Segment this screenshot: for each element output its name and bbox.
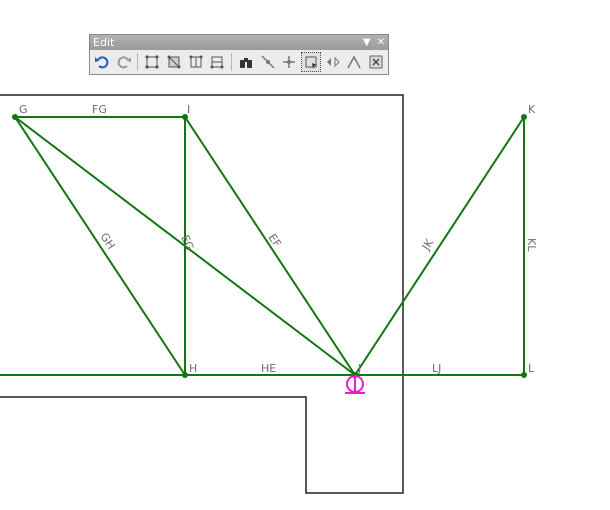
member-JK[interactable] — [354, 116, 525, 376]
toolbar-close-icon[interactable]: ✕ — [377, 35, 385, 50]
pin-support-icon[interactable] — [345, 375, 365, 394]
node-G[interactable] — [12, 114, 18, 120]
members-group — [0, 116, 525, 376]
select-node-icon — [145, 55, 159, 69]
toolbar-separator — [137, 53, 139, 71]
node-H[interactable] — [182, 372, 188, 378]
mirror-button[interactable] — [323, 52, 343, 72]
boundary-outline — [0, 94, 404, 494]
node-label-J: J — [357, 362, 361, 375]
edit-toolbar[interactable]: Edit ▼ ✕ — [89, 34, 389, 75]
select-support-button[interactable] — [186, 52, 206, 72]
toolbar-title: Edit — [93, 36, 115, 49]
mirror-icon — [326, 56, 340, 68]
toolbar-button-row — [90, 50, 388, 74]
join-members-icon — [283, 56, 296, 68]
member-label-EG: EG — [178, 233, 196, 252]
node-label-G: G — [19, 103, 28, 116]
select-node-button[interactable] — [142, 52, 162, 72]
node-L[interactable] — [521, 372, 527, 378]
member-label-JK: JK — [419, 236, 437, 253]
move-node-button[interactable] — [301, 52, 321, 72]
member-label-LJ: LJ — [432, 362, 441, 375]
toolbar-separator — [231, 53, 233, 71]
member-label-KL: KL — [525, 238, 538, 252]
find-button[interactable] — [236, 52, 256, 72]
copy-icon — [347, 55, 362, 69]
toolbar-title-bar[interactable]: Edit ▼ ✕ — [90, 35, 388, 50]
split-member-icon — [261, 55, 275, 69]
copy-button[interactable] — [345, 52, 365, 72]
move-node-icon — [305, 56, 318, 69]
select-load-button[interactable] — [207, 52, 227, 72]
member-EF[interactable] — [184, 116, 356, 376]
select-element-icon — [167, 55, 181, 69]
undo-button[interactable] — [92, 52, 112, 72]
member-label-HE: HE — [261, 362, 276, 375]
node-label-I: I — [187, 103, 190, 116]
transform-button[interactable] — [366, 52, 386, 72]
node-label-L: L — [528, 362, 535, 375]
node-label-H: H — [189, 362, 197, 375]
redo-icon — [117, 56, 131, 69]
select-support-icon — [189, 55, 203, 68]
member-label-EF: EF — [265, 231, 283, 249]
redo-button[interactable] — [114, 52, 134, 72]
toolbar-dropdown-icon[interactable]: ▼ — [363, 35, 371, 50]
join-members-button[interactable] — [279, 52, 299, 72]
binoculars-icon — [239, 58, 252, 68]
member-label-FG: FG — [92, 103, 107, 116]
node-K[interactable] — [521, 114, 527, 120]
undo-icon — [94, 56, 109, 69]
select-element-button[interactable] — [164, 52, 184, 72]
member-GH[interactable] — [14, 116, 186, 376]
split-member-button[interactable] — [258, 52, 278, 72]
node-label-K: K — [528, 103, 536, 116]
drawing-canvas[interactable]: G I K H J L FG GH EG EF JK KL HE LJ — [0, 0, 610, 510]
transform-icon — [369, 55, 383, 69]
select-load-icon — [210, 56, 224, 69]
